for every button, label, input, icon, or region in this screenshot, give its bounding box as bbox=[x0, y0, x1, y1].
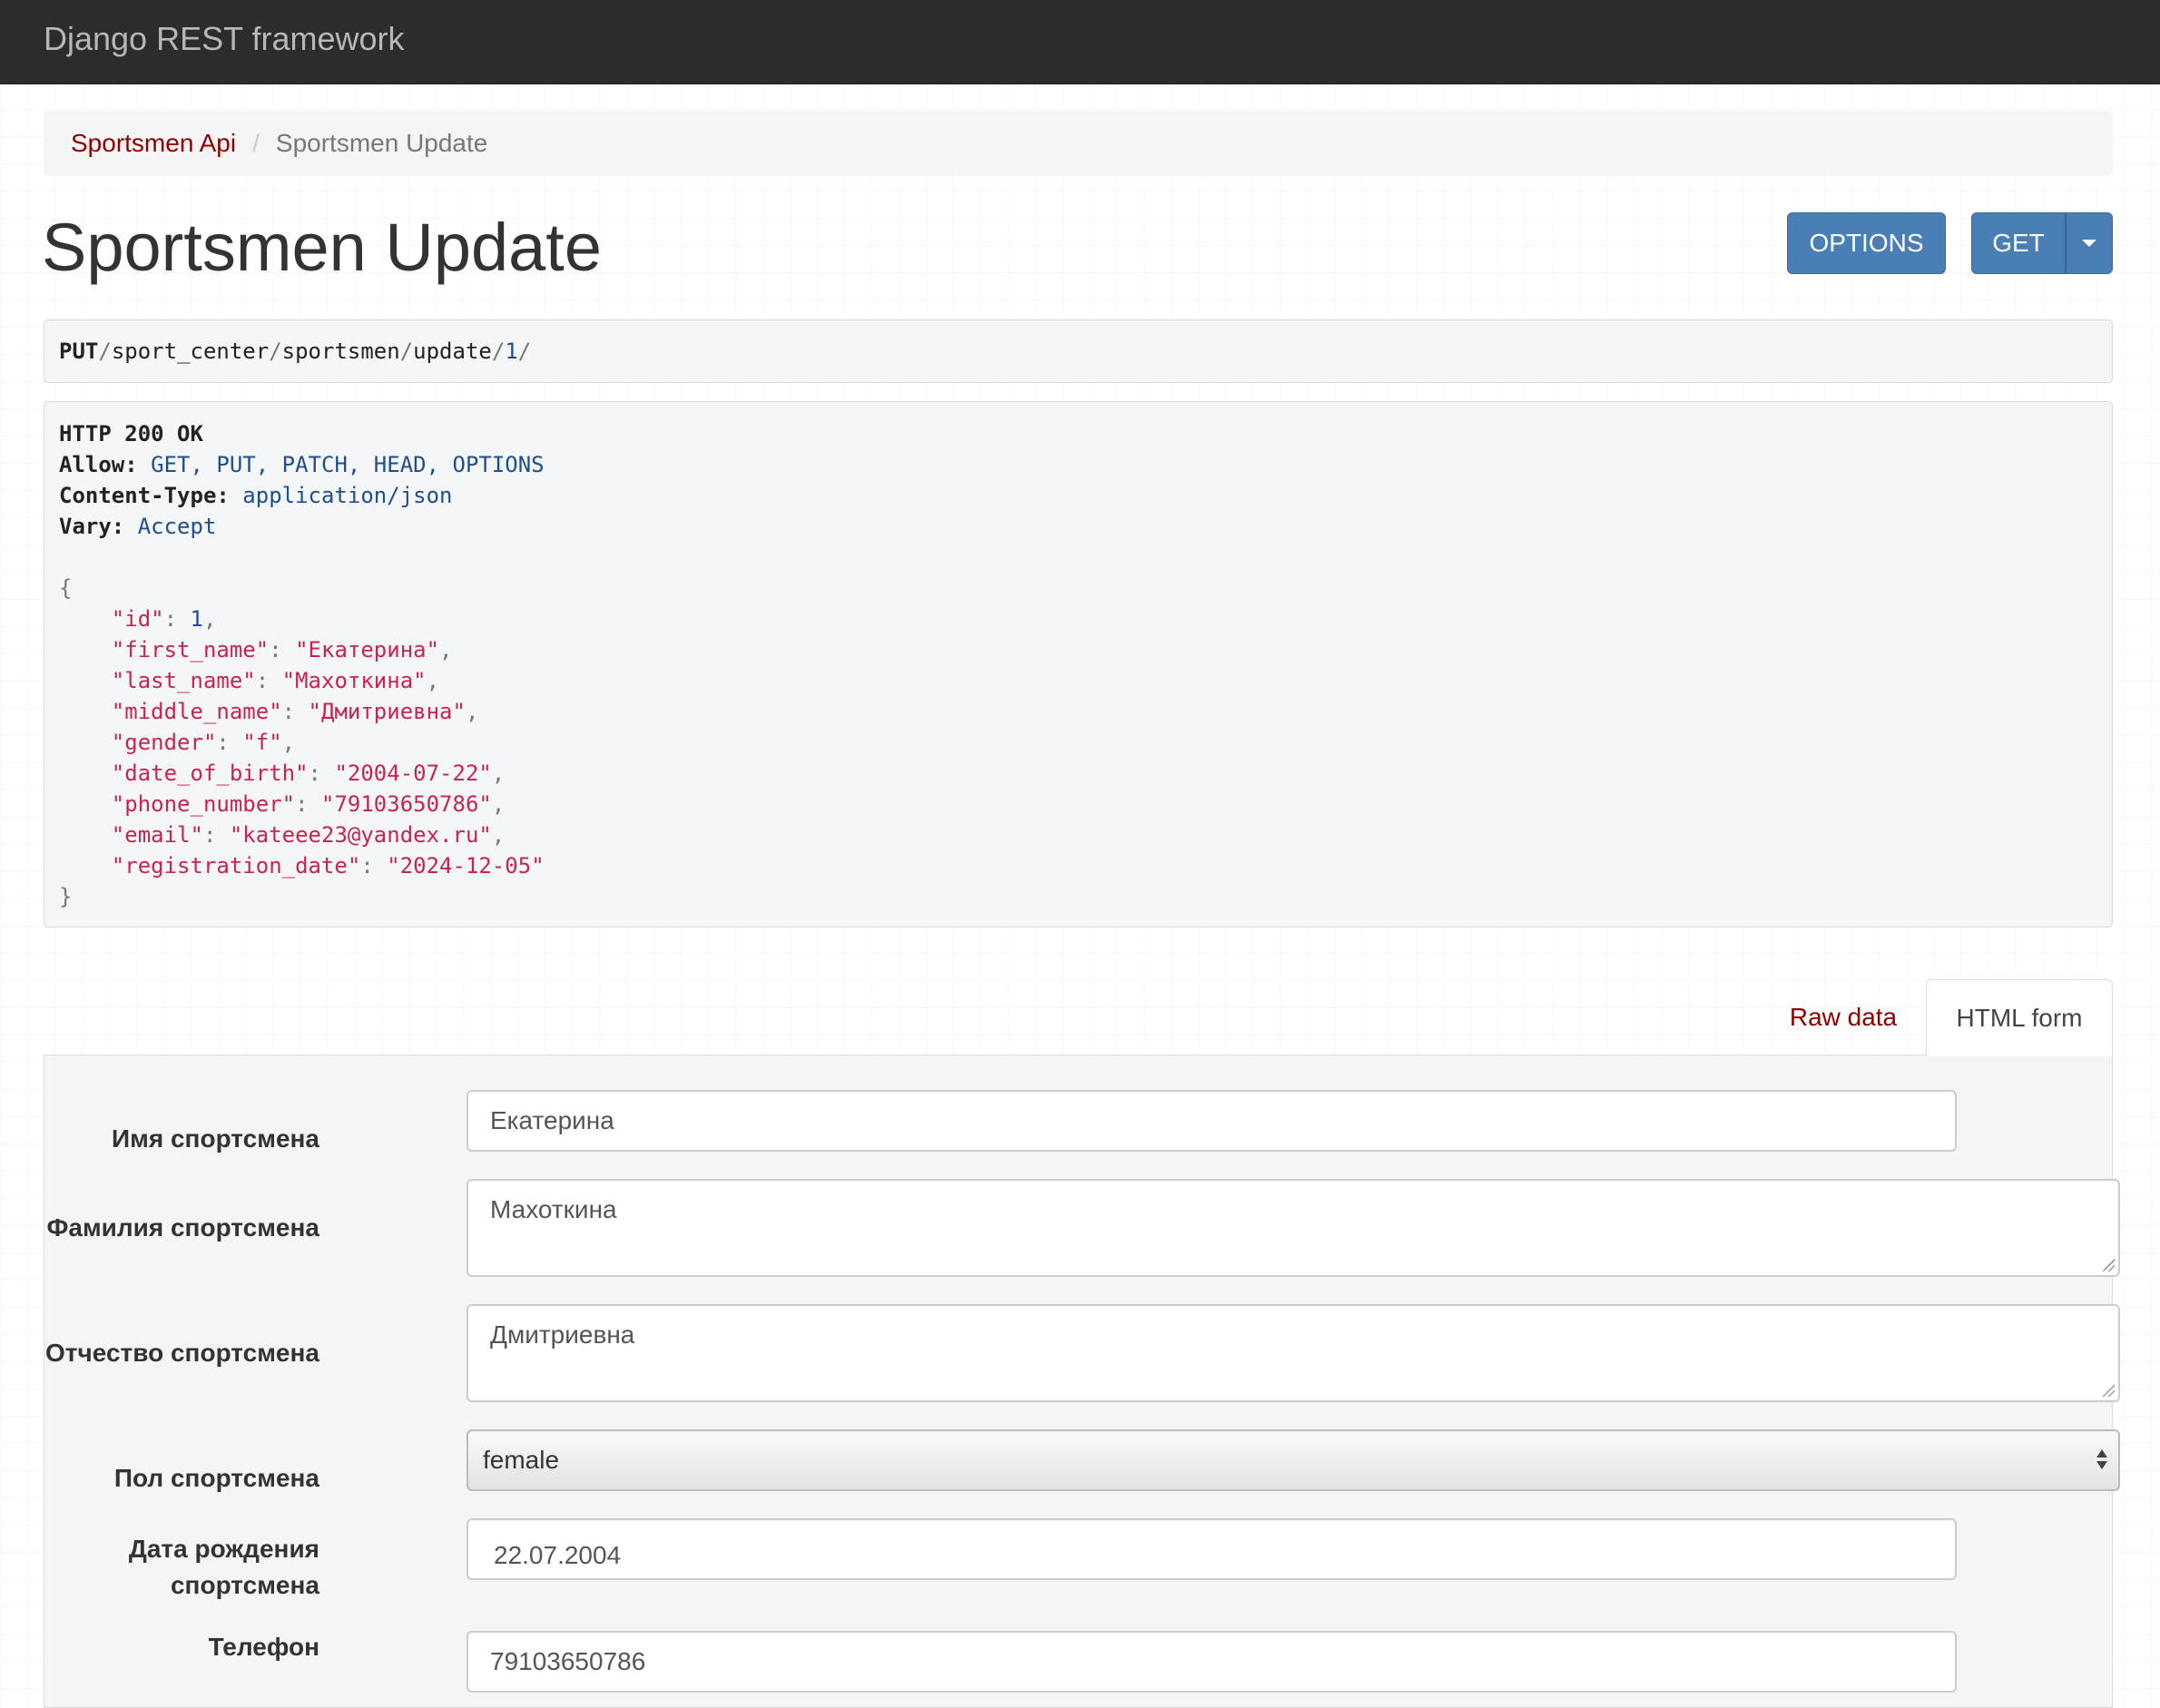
json-value: "2004-07-22" bbox=[334, 761, 492, 786]
json-value: "2024-12-05" bbox=[387, 853, 545, 879]
resize-handle-icon[interactable] bbox=[2102, 1384, 2115, 1397]
request-info: PUT / sport_center / sportsmen / update/1/ bbox=[44, 319, 2113, 383]
json-value: "Екатерина" bbox=[295, 637, 440, 663]
get-button[interactable]: GET bbox=[1971, 212, 2066, 274]
request-path-id: 1 bbox=[505, 339, 518, 364]
json-line: "middle_name": "Дмитриевна", bbox=[111, 699, 479, 724]
request-path-segment: sportsmen bbox=[281, 339, 400, 364]
json-key: "last_name" bbox=[111, 668, 256, 693]
json-key: "id" bbox=[111, 606, 164, 632]
json-key: "phone_number" bbox=[111, 791, 296, 817]
json-line: "registration_date": "2024-12-05" bbox=[111, 853, 545, 879]
json-key: "registration_date" bbox=[111, 853, 361, 879]
first-name-input[interactable]: Екатерина bbox=[466, 1090, 1957, 1152]
breadcrumb-item-current: Sportsmen Update bbox=[275, 129, 488, 157]
brand-logo-text[interactable]: Django REST framework bbox=[44, 20, 404, 58]
navbar: Django REST framework bbox=[0, 0, 2160, 84]
request-method: PUT bbox=[59, 339, 99, 364]
json-line: "phone_number": "79103650786", bbox=[111, 791, 506, 817]
request-path-segment: update bbox=[413, 339, 492, 364]
response-status: HTTP 200 OK bbox=[59, 421, 203, 447]
html-form-panel: Имя спортсмена Екатерина Фамилия спортсм… bbox=[44, 1055, 2120, 1708]
dob-label: Дата рождения спортсмена bbox=[128, 1535, 319, 1599]
json-key: "email" bbox=[111, 822, 203, 848]
json-line: "date_of_birth": "2004-07-22", bbox=[111, 761, 506, 786]
middle-name-textarea[interactable]: Дмитриевна bbox=[466, 1304, 2120, 1402]
json-lines: "id": 1, "first_name": "Екатерина", "las… bbox=[59, 604, 2097, 881]
json-value: "Махоткина" bbox=[281, 668, 427, 693]
json-line: "first_name": "Екатерина", bbox=[111, 637, 453, 663]
json-value: "kateee23@yandex.ru" bbox=[229, 822, 492, 848]
last-name-value: Махоткина bbox=[490, 1195, 617, 1223]
json-body: { bbox=[59, 575, 73, 601]
json-line: "gender": "f", bbox=[111, 730, 296, 755]
breadcrumb-item-sportsmen-api[interactable]: Sportsmen Api bbox=[71, 129, 236, 158]
phone-label: Телефон bbox=[208, 1633, 319, 1661]
json-line: "last_name": "Махоткина", bbox=[111, 668, 440, 693]
get-format-dropdown-button[interactable] bbox=[2066, 212, 2113, 274]
date-of-birth-input[interactable]: 22.07.2004 bbox=[466, 1518, 1957, 1580]
breadcrumb: Sportsmen Api / Sportsmen Update bbox=[44, 111, 2113, 176]
json-value: "f" bbox=[242, 730, 282, 755]
json-key: "middle_name" bbox=[111, 699, 282, 724]
header-key: Content-Type bbox=[59, 483, 217, 508]
header-key: Vary bbox=[59, 514, 112, 539]
json-line: "id": 1, bbox=[111, 606, 217, 632]
gender-selected-value: female bbox=[483, 1446, 560, 1474]
page-title: Sportsmen Update bbox=[42, 210, 603, 285]
json-key: "first_name" bbox=[111, 637, 270, 663]
response-info: HTTP 200 OK Allow: GET, PUT, PATCH, HEAD,… bbox=[44, 401, 2113, 928]
last-name-textarea[interactable]: Махоткина bbox=[466, 1179, 2120, 1277]
resize-handle-icon[interactable] bbox=[2102, 1259, 2115, 1271]
middle-name-label: Отчество спортсмена bbox=[45, 1339, 319, 1367]
header-value: GET, PUT, PATCH, HEAD, OPTIONS bbox=[151, 452, 545, 477]
tab-raw-data[interactable]: Raw data bbox=[1770, 980, 1917, 1055]
json-value: "Дмитриевна" bbox=[308, 699, 466, 724]
header-value: Accept bbox=[137, 514, 217, 539]
first-name-label: Имя спортсмена bbox=[112, 1124, 319, 1153]
json-value: 1 bbox=[190, 606, 203, 632]
tab-html-form[interactable]: HTML form bbox=[1926, 979, 2113, 1056]
gender-label: Пол спортсмена bbox=[113, 1464, 319, 1492]
json-line: "email": "kateee23@yandex.ru", bbox=[111, 822, 506, 848]
header-value: application/json bbox=[242, 483, 453, 508]
breadcrumb-separator: / bbox=[252, 129, 260, 157]
options-button[interactable]: OPTIONS bbox=[1787, 212, 1946, 274]
header-key: Allow bbox=[59, 452, 125, 477]
phone-input[interactable]: 79103650786 bbox=[466, 1631, 1957, 1693]
last-name-label: Фамилия спортсмена bbox=[46, 1213, 319, 1242]
json-key: "gender" bbox=[111, 730, 217, 755]
middle-name-value: Дмитриевна bbox=[490, 1320, 635, 1349]
json-value: "79103650786" bbox=[321, 791, 492, 817]
gender-select[interactable]: female bbox=[466, 1429, 2120, 1491]
json-key: "date_of_birth" bbox=[111, 761, 309, 786]
select-arrows-icon bbox=[2096, 1449, 2107, 1473]
request-path-segment: sport_center bbox=[111, 339, 270, 364]
caret-down-icon bbox=[2082, 240, 2096, 247]
